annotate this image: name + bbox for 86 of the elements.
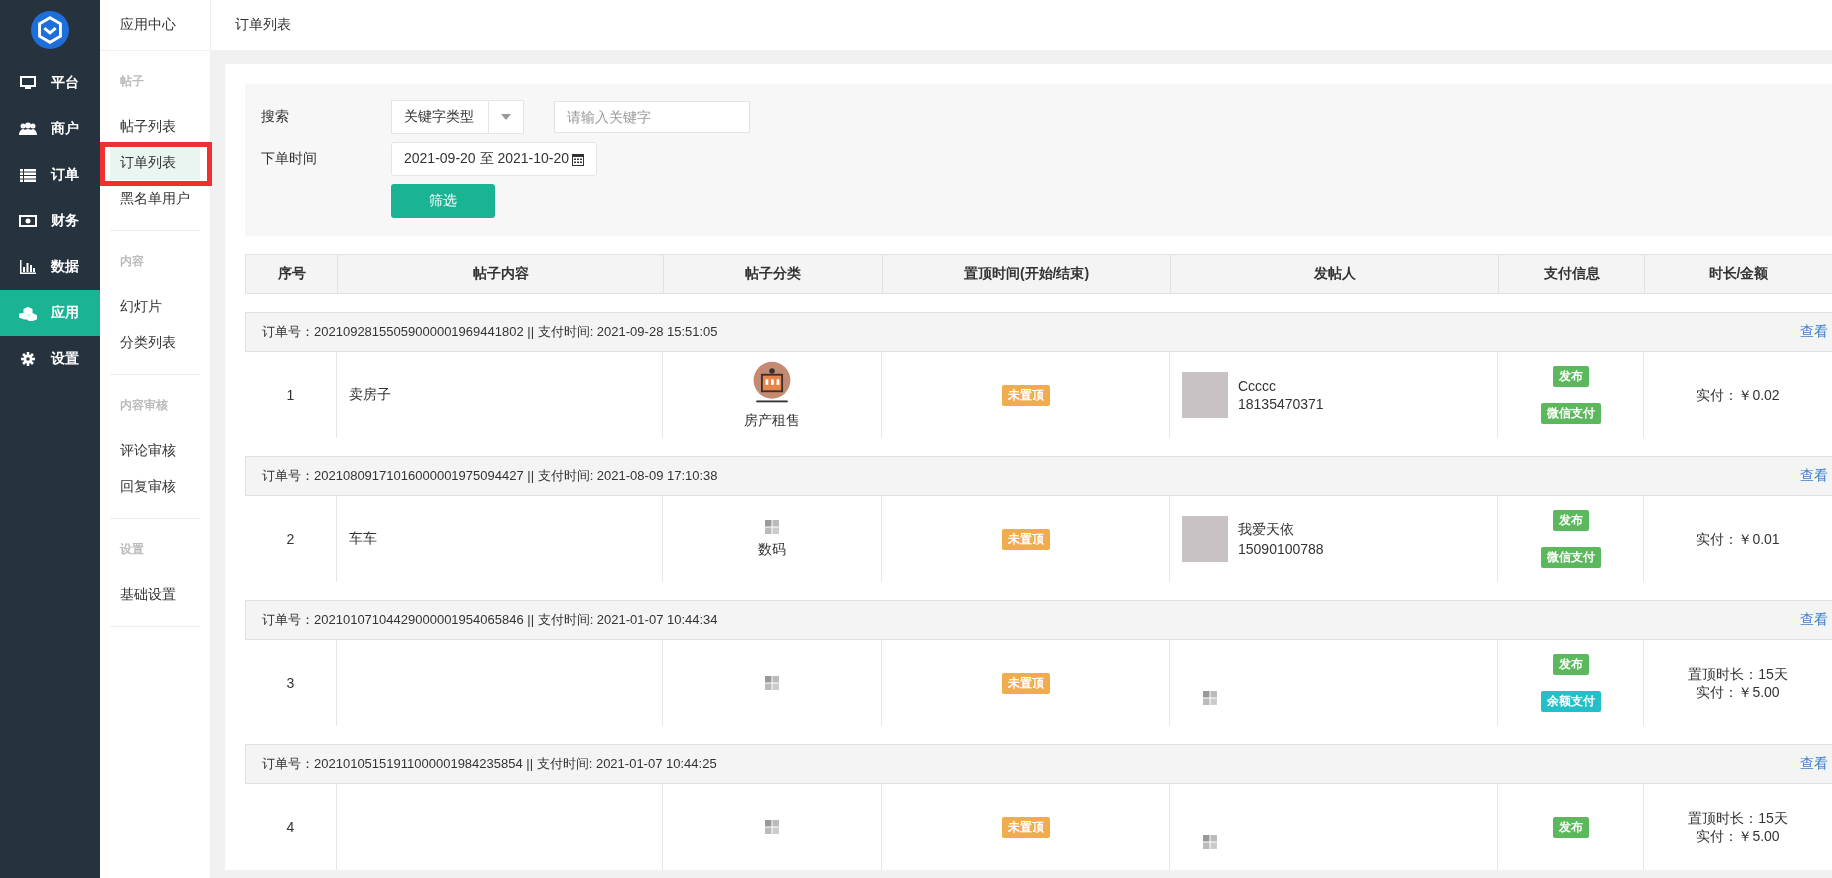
view-link[interactable]: 查看 xyxy=(1800,755,1832,773)
table-cell: 2 xyxy=(286,531,295,547)
category-label: 房产租售 xyxy=(744,412,800,430)
column-header: 帖子内容 xyxy=(337,255,663,293)
group-heading: 内容审核 xyxy=(119,397,169,414)
search-label: 搜索 xyxy=(261,108,290,126)
broken-image-icon xyxy=(1202,834,1218,850)
view-link[interactable]: 查看 xyxy=(1800,467,1832,485)
column-header: 时长/金额 xyxy=(1644,255,1832,293)
status-tag: 未置顶 xyxy=(1001,672,1050,694)
sub-nav-item[interactable]: 基础设置 xyxy=(110,578,200,612)
column-header: 序号 xyxy=(276,264,307,283)
status-tag: 未置顶 xyxy=(1001,816,1050,838)
sub-sidebar-title: 应用中心 xyxy=(100,0,210,51)
sub-nav-item[interactable]: 回复审核 xyxy=(110,470,200,504)
bar-chart-icon xyxy=(19,260,37,274)
table-cell: 4 xyxy=(286,819,295,835)
payment-tag: 发布 xyxy=(1552,510,1589,531)
sub-nav-item[interactable]: 订单列表 xyxy=(110,146,200,180)
main-nav-item[interactable]: 平台 xyxy=(0,60,100,106)
amount-text: 置顶时长：15天 xyxy=(1688,809,1788,827)
order-info: 订单号：20210107104429000001954065846 || 支付时间: 2021-01-07 10:44:34 xyxy=(262,611,718,629)
order-info: 订单号：20210105151911000001984235854 || 支付时间: 2021-01-07 10:44:25 xyxy=(262,755,717,773)
sub-nav-item[interactable]: 幻灯片 xyxy=(110,290,200,324)
poster-name: Ccccc xyxy=(1238,378,1278,394)
payment-tag: 发布 xyxy=(1552,816,1589,838)
column-header: 发帖人 xyxy=(1170,255,1498,293)
table-cell: 车车 xyxy=(349,530,377,548)
amount-text: 实付：￥5.00 xyxy=(1696,827,1780,845)
column-header: 支付信息 xyxy=(1498,255,1644,293)
column-header: 置顶时间(开始/结束) xyxy=(882,255,1170,293)
group-heading: 内容 xyxy=(119,253,145,270)
payment-tag: 发布 xyxy=(1552,366,1589,387)
keyword-input[interactable]: 请输入关键字 xyxy=(554,101,750,133)
banknote-icon xyxy=(19,215,37,227)
settings-icon xyxy=(19,352,37,366)
amount-text: 实付：￥5.00 xyxy=(1696,683,1780,701)
poster-phone: 15090100788 xyxy=(1238,541,1324,557)
sub-nav-item[interactable]: 黑名单用户 xyxy=(110,182,200,216)
date-label: 下单时间 xyxy=(261,150,318,168)
poster-phone: 18135470371 xyxy=(1238,396,1324,412)
list-icon xyxy=(19,168,37,182)
status-tag: 未置顶 xyxy=(1001,528,1050,550)
sub-nav-item[interactable]: 分类列表 xyxy=(110,326,200,360)
amount-text: 置顶时长：15天 xyxy=(1688,665,1788,683)
logo-icon xyxy=(31,11,69,49)
amount-text: 实付：￥0.01 xyxy=(1696,530,1780,548)
view-link[interactable]: 查看 xyxy=(1800,323,1832,341)
payment-tag: 发布 xyxy=(1552,654,1589,675)
users-icon xyxy=(19,122,37,136)
poster-name: 我爱天依 xyxy=(1238,521,1295,539)
main-nav-item[interactable]: 订单 xyxy=(0,152,100,198)
payment-tag: 微信支付 xyxy=(1540,403,1601,424)
main-nav-item[interactable]: 商户 xyxy=(0,106,100,152)
table-cell: 3 xyxy=(286,675,295,691)
status-tag: 未置顶 xyxy=(1001,384,1050,406)
column-header: 帖子分类 xyxy=(663,255,882,293)
broken-image-icon xyxy=(764,519,780,535)
photo-placeholder xyxy=(1182,372,1228,418)
view-link[interactable]: 查看 xyxy=(1800,611,1832,629)
amount-text: 实付：￥0.02 xyxy=(1696,386,1780,404)
monitor-icon xyxy=(19,76,37,90)
main-nav-item[interactable]: 设置 xyxy=(0,336,100,382)
order-info: 订单号：20210928155059000001969441802 || 支付时间: 2021-09-28 15:51:05 xyxy=(262,323,718,341)
calendar-icon xyxy=(572,152,584,166)
group-heading: 帖子 xyxy=(119,73,145,90)
date-range-field[interactable]: 2021-09-20 至 2021-10-20 xyxy=(391,142,597,176)
table-cell: 卖房子 xyxy=(349,386,391,404)
breadcrumb: 订单列表 xyxy=(235,16,291,34)
category-label: 数码 xyxy=(758,541,786,559)
photo-placeholder xyxy=(1182,516,1228,562)
main-nav-item[interactable]: 财务 xyxy=(0,198,100,244)
keyword-type-select[interactable]: 关键字类型 xyxy=(391,100,524,134)
sub-nav-item[interactable]: 评论审核 xyxy=(110,434,200,468)
broken-image-icon xyxy=(1202,690,1218,706)
caret-icon xyxy=(501,114,511,120)
group-heading: 设置 xyxy=(118,541,145,558)
table-cell: 1 xyxy=(286,387,295,403)
broken-image-icon xyxy=(764,675,780,691)
main-nav-item[interactable]: 数据 xyxy=(0,244,100,290)
sub-nav-item[interactable]: 帖子列表 xyxy=(110,110,200,144)
payment-tag: 余额支付 xyxy=(1540,691,1601,712)
order-info: 订单号：20210809171016000001975094427 || 支付时间: 2021-08-09 17:10:38 xyxy=(262,467,718,485)
broken-image-icon xyxy=(764,819,780,835)
cubes-icon xyxy=(19,305,37,321)
payment-tag: 微信支付 xyxy=(1540,547,1601,568)
